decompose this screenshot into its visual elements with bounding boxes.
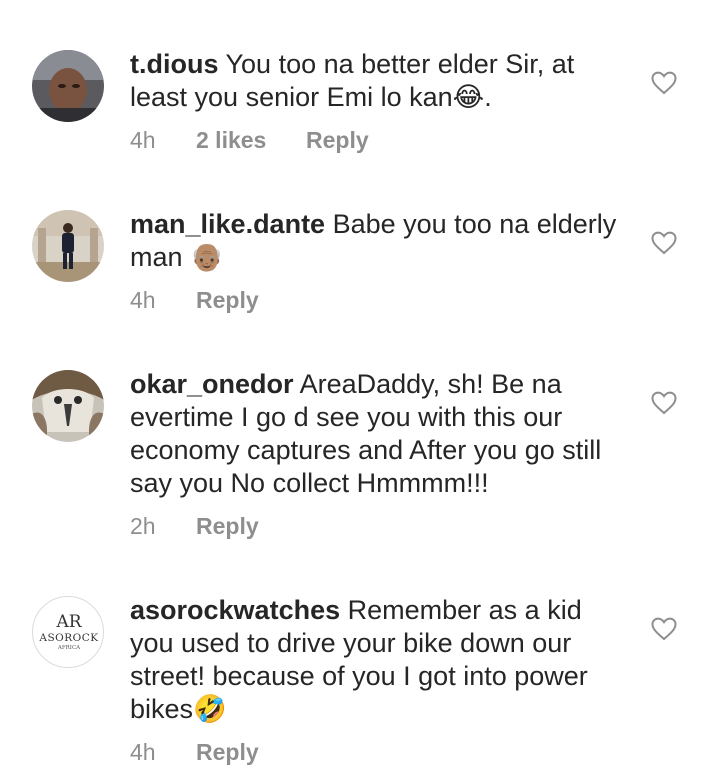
comment-body-end: .	[484, 82, 492, 112]
timestamp: 4h	[130, 127, 156, 153]
comment-item: okar_onedor AreaDaddy, sh! Be na evertim…	[0, 340, 720, 570]
username-link[interactable]: man_like.dante	[130, 209, 325, 239]
avatar[interactable]: AR ASOROCK AFRICA	[32, 596, 104, 668]
heart-outline-icon[interactable]	[651, 231, 677, 255]
svg-text:AFRICA: AFRICA	[57, 645, 81, 651]
username-link[interactable]: t.dious	[130, 49, 219, 79]
avatar[interactable]	[32, 210, 104, 282]
comment-meta: 2h Reply	[130, 513, 259, 540]
comment-meta: 4h Reply	[130, 287, 259, 314]
reply-button[interactable]: Reply	[196, 513, 259, 540]
old-man-emoji: 👴🏽	[190, 242, 224, 272]
svg-text:ASOROCK: ASOROCK	[38, 632, 98, 644]
reply-button[interactable]: Reply	[196, 739, 259, 766]
avatar[interactable]	[32, 370, 104, 442]
heart-outline-icon[interactable]	[651, 617, 677, 641]
comment-text: man_like.dante Babe you too na elderly m…	[130, 208, 630, 274]
heart-outline-icon[interactable]	[651, 391, 677, 415]
rolling-laughing-emoji: 🤣	[193, 694, 227, 724]
likes-count[interactable]: 2 likes	[196, 127, 306, 154]
timestamp: 2h	[130, 513, 156, 539]
comment-item: t.dious You too na better elder Sir, at …	[0, 0, 720, 170]
comment-meta: 4h Reply	[130, 739, 259, 766]
comment-item: AR ASOROCK AFRICA asorockwatches Remembe…	[0, 570, 720, 778]
timestamp: 4h	[130, 287, 156, 313]
avatar[interactable]	[32, 50, 104, 122]
tears-of-joy-emoji: 😂	[452, 82, 485, 112]
username-link[interactable]: okar_onedor	[130, 369, 294, 399]
timestamp: 4h	[130, 739, 156, 765]
svg-text:AR: AR	[55, 612, 82, 632]
comment-text: okar_onedor AreaDaddy, sh! Be na evertim…	[130, 368, 630, 500]
asorock-logo: AR ASOROCK AFRICA	[38, 612, 98, 651]
comment-text: t.dious You too na better elder Sir, at …	[130, 48, 630, 114]
heart-outline-icon[interactable]	[651, 71, 677, 95]
comment-meta: 4h 2 likes Reply	[130, 127, 369, 154]
username-link[interactable]: asorockwatches	[130, 595, 340, 625]
reply-button[interactable]: Reply	[306, 127, 369, 154]
reply-button[interactable]: Reply	[196, 287, 259, 314]
comment-text: asorockwatches Remember as a kid you use…	[130, 594, 630, 726]
comment-item: man_like.dante Babe you too na elderly m…	[0, 170, 720, 340]
